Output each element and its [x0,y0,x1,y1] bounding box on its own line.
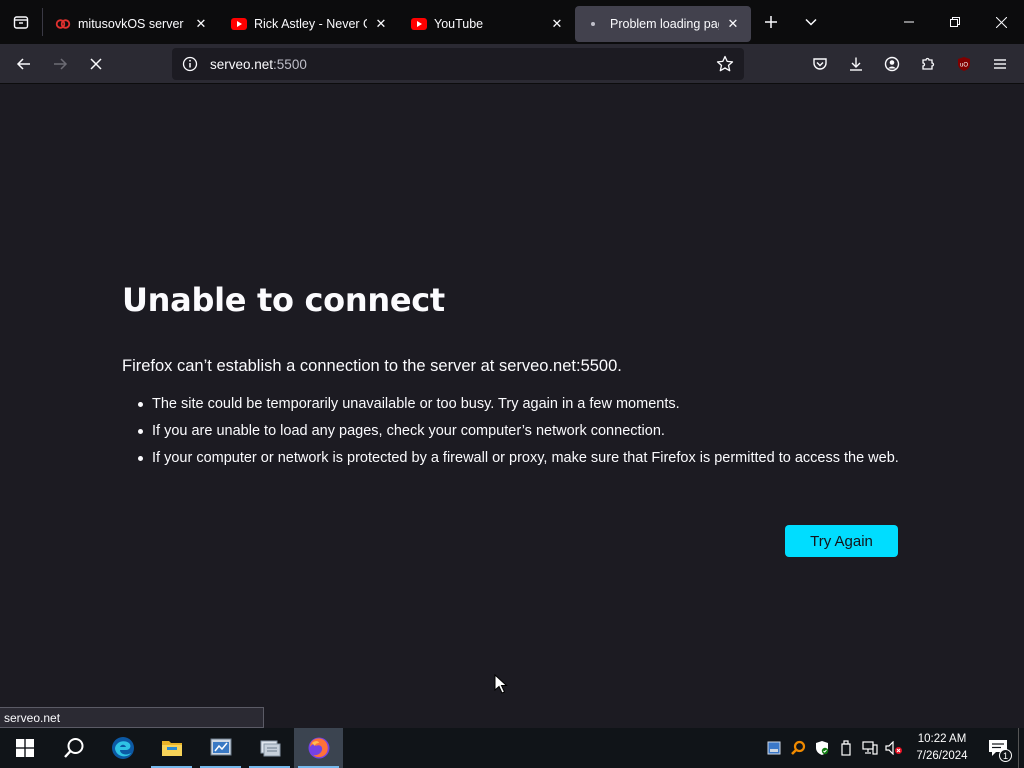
page-content: Unable to connect Firefox can’t establis… [0,85,1024,728]
tray-app-icon-2[interactable] [786,728,810,768]
windows-security-tray[interactable] [810,728,834,768]
mitusovk-logo-icon [55,16,71,32]
tab-title: Rick Astley - Never Gonna [254,17,367,31]
account-icon [884,56,900,72]
taskbar-firefox[interactable] [294,728,343,768]
list-item: If your computer or network is protected… [136,448,906,468]
network-icon [862,741,878,755]
back-button[interactable] [6,48,42,80]
tray-app-icon-1[interactable] [762,728,786,768]
forward-arrow-icon [54,57,68,70]
extensions-button[interactable] [910,48,946,80]
tab-rick-astley[interactable]: Rick Astley - Never Gonna ✕ [219,6,399,42]
svg-text:uO: uO [960,63,968,69]
hamburger-menu-icon [994,59,1006,69]
close-tab-icon[interactable]: ✕ [725,16,741,32]
tab-list-icon [13,16,29,29]
clock-date: 7/26/2024 [916,750,968,762]
taskbar-app-2[interactable] [196,728,245,768]
close-tab-icon[interactable]: ✕ [193,16,209,32]
minimize-icon [904,21,914,23]
tab-mitusovkos[interactable]: mitusovkOS server 0.7 ✕ [43,6,219,42]
address-bar[interactable]: serveo.net:5500 [172,48,744,80]
site-info-icon[interactable] [182,56,198,72]
url-text[interactable]: serveo.net:5500 [210,57,716,72]
minimize-button[interactable] [886,0,932,44]
show-desktop-button[interactable] [1018,728,1024,768]
network-tray[interactable] [858,728,882,768]
youtube-icon [411,16,427,32]
chevron-down-icon [805,18,817,26]
restore-icon [950,17,960,27]
ublock-icon: uO [958,57,970,71]
edge-icon [111,737,134,759]
usb-device-tray[interactable] [834,728,858,768]
action-center-button[interactable]: 1 [978,728,1018,768]
close-tab-icon[interactable]: ✕ [549,16,565,32]
list-all-tabs-button[interactable] [791,0,831,44]
tab-title: YouTube [434,17,484,31]
volume-tray[interactable] [882,728,906,768]
new-tab-button[interactable] [751,0,791,44]
navigation-toolbar: serveo.net:5500 uO [0,44,1024,84]
close-icon [995,16,1007,28]
start-button[interactable] [0,728,49,768]
try-again-button[interactable]: Try Again [785,525,898,557]
list-item: If you are unable to load any pages, che… [136,421,906,441]
tab-problem-loading[interactable]: Problem loading page ✕ [575,6,751,42]
ublock-origin-button[interactable]: uO [946,48,982,80]
url-port: :5500 [273,56,307,72]
bookmark-star-icon[interactable] [716,55,734,73]
pocket-icon [813,58,827,70]
windows-logo-icon [15,739,34,757]
taskbar-file-explorer[interactable] [147,728,196,768]
back-arrow-icon [16,57,30,70]
tab-title: Problem loading page [610,17,719,31]
error-description: Firefox can’t establish a connection to … [122,357,622,375]
account-button[interactable] [874,48,910,80]
taskbar-edge[interactable] [98,728,147,768]
app-menu-button[interactable] [982,48,1018,80]
tab-youtube[interactable]: YouTube ✕ [399,6,575,42]
puzzle-icon [922,57,935,70]
dot-icon [587,16,603,32]
download-icon [850,57,862,71]
search-button[interactable] [49,728,98,768]
close-window-button[interactable] [978,0,1024,44]
firefox-icon [308,737,329,759]
mouse-cursor-icon [494,674,508,694]
system-tray: 10:22 AM 7/26/2024 1 [762,728,1024,768]
clock-time: 10:22 AM [917,733,967,745]
magnifier-app-icon [791,740,806,755]
windows-taskbar: 10:22 AM 7/26/2024 1 [0,728,1024,768]
stop-icon [90,57,102,70]
tab-title: mitusovkOS server 0.7 [78,17,187,31]
error-suggestions-list: The site could be temporarily unavailabl… [136,394,906,475]
shield-icon [816,741,829,755]
folder-icon [161,741,182,756]
downloads-button[interactable] [838,48,874,80]
monitor-app-icon [767,741,781,755]
youtube-icon [231,16,247,32]
list-item: The site could be temporarily unavailabl… [136,394,906,414]
tab-bar: mitusovkOS server 0.7 ✕ Rick Astley - Ne… [0,0,1024,44]
speaker-muted-icon [885,741,902,755]
taskbar-app-3[interactable] [245,728,294,768]
status-panel: serveo.net [0,707,264,728]
url-host: serveo.net [210,56,274,72]
system-tool-icon [210,738,231,756]
view-recent-browsing-button[interactable] [0,0,42,44]
plus-icon [765,16,777,28]
network-tool-icon [260,740,280,757]
pocket-button[interactable] [802,48,838,80]
taskbar-clock[interactable]: 10:22 AM 7/26/2024 [912,731,972,765]
close-tab-icon[interactable]: ✕ [373,16,389,32]
stop-loading-button[interactable] [78,48,114,80]
notification-count-badge: 1 [999,749,1012,762]
forward-button[interactable] [42,48,78,80]
usb-drive-icon [841,740,851,756]
restore-button[interactable] [932,0,978,44]
search-icon [63,738,83,758]
error-title: Unable to connect [122,281,445,319]
